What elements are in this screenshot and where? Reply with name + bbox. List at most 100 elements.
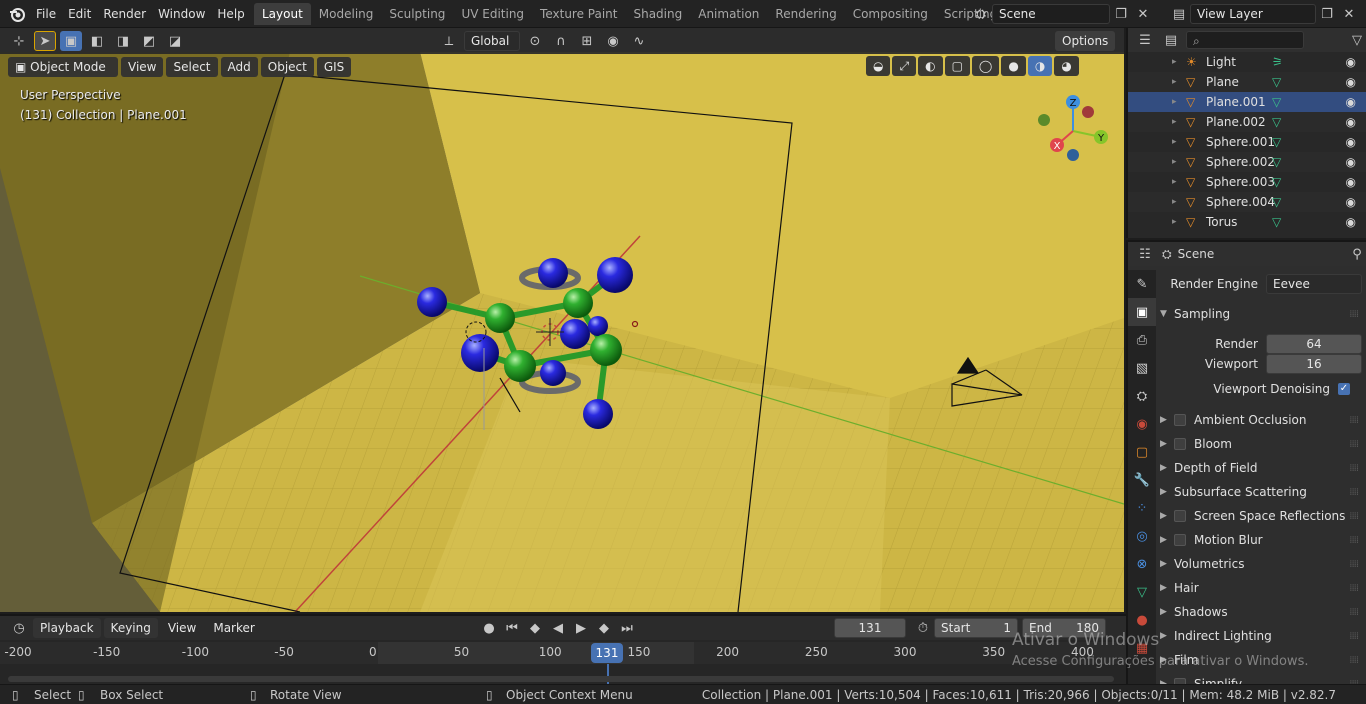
constraints-tab-icon[interactable]: ⊗ bbox=[1128, 550, 1156, 578]
prev-keyframe-icon[interactable]: ◆ bbox=[524, 618, 546, 638]
viewport-denoising-row[interactable]: Viewport Denoising ✓ bbox=[1160, 377, 1364, 401]
pin-icon[interactable]: ⚲ bbox=[1346, 244, 1366, 264]
blender-logo-icon[interactable] bbox=[8, 0, 26, 28]
solid-shading-icon[interactable]: ● bbox=[1001, 56, 1026, 76]
view-layer-icon[interactable]: ▤ bbox=[1168, 4, 1190, 24]
panel-enable-checkbox[interactable] bbox=[1174, 534, 1186, 546]
mode-dropdown[interactable]: ▣ Object Mode bbox=[8, 57, 118, 77]
drag-handle-icon[interactable]: ⁞⁞⁞⁞ bbox=[1349, 511, 1359, 522]
menu-window[interactable]: Window bbox=[152, 3, 211, 25]
select-tool-icon[interactable]: ➤ bbox=[34, 31, 56, 51]
snap-target-icon[interactable]: ⊞ bbox=[576, 31, 598, 51]
outliner-item[interactable]: ▸ ▽ Torus ▽ ◉ bbox=[1128, 212, 1366, 232]
render-panel-header[interactable]: ▶ Indirect Lighting ⁞⁞⁞⁞ bbox=[1160, 624, 1364, 648]
drag-handle-icon[interactable]: ⁞⁞⁞⁞ bbox=[1349, 415, 1359, 426]
mesh-data-icon[interactable]: ▽ bbox=[1272, 195, 1332, 209]
start-frame-field[interactable]: Start 1 bbox=[934, 618, 1018, 638]
drag-handle-icon[interactable]: ⁞⁞⁞⁞ bbox=[1349, 309, 1359, 320]
snap-icon[interactable]: ∩ bbox=[550, 31, 572, 51]
render-panel-header[interactable]: ▶ Screen Space Reflections ⁞⁞⁞⁞ bbox=[1160, 504, 1364, 528]
menu-help[interactable]: Help bbox=[211, 3, 250, 25]
tab-rendering[interactable]: Rendering bbox=[767, 3, 844, 25]
viewport-denoising-checkbox[interactable]: ✓ bbox=[1338, 383, 1350, 395]
drag-handle-icon[interactable]: ⁞⁞⁞⁞ bbox=[1349, 559, 1359, 570]
select-subtract-icon[interactable]: ◨ bbox=[112, 31, 134, 51]
view-layer-tab-icon[interactable]: ▧ bbox=[1128, 354, 1156, 382]
expand-arrow-icon[interactable]: ▸ bbox=[1172, 177, 1186, 187]
world-tab-icon[interactable]: ◉ bbox=[1128, 410, 1156, 438]
render-tab-icon[interactable]: ▣ bbox=[1128, 298, 1156, 326]
menu-edit[interactable]: Edit bbox=[62, 3, 97, 25]
outliner-item[interactable]: ▸ ▽ Sphere.001 ▽ ◉ bbox=[1128, 132, 1366, 152]
outliner-item[interactable]: ▸ ▽ Sphere.004 ▽ ◉ bbox=[1128, 192, 1366, 212]
expand-arrow-icon[interactable]: ▸ bbox=[1172, 197, 1186, 207]
select-new-icon[interactable]: ▣ bbox=[60, 31, 82, 51]
mesh-data-icon[interactable]: ▽ bbox=[1272, 175, 1332, 189]
outliner-editor-icon[interactable]: ☰ bbox=[1134, 30, 1156, 50]
falloff-icon[interactable]: ∿ bbox=[628, 31, 650, 51]
menu-view[interactable]: View bbox=[121, 57, 164, 77]
timeline-scrollbar[interactable] bbox=[8, 676, 1114, 682]
render-panel-header[interactable]: ▶ Motion Blur ⁞⁞⁞⁞ bbox=[1160, 528, 1364, 552]
scene-icon[interactable]: ⛭ bbox=[970, 4, 992, 24]
mesh-data-icon[interactable]: ▽ bbox=[1272, 215, 1332, 229]
drag-handle-icon[interactable]: ⁞⁞⁞⁞ bbox=[1349, 535, 1359, 546]
jump-end-icon[interactable]: ⏭ bbox=[616, 618, 638, 638]
drag-handle-icon[interactable]: ⁞⁞⁞⁞ bbox=[1349, 487, 1359, 498]
tool-tab-icon[interactable]: ✎ bbox=[1128, 270, 1156, 298]
panel-enable-checkbox[interactable] bbox=[1174, 438, 1186, 450]
expand-arrow-icon[interactable]: ▸ bbox=[1172, 77, 1186, 87]
visibility-eye-icon[interactable]: ◉ bbox=[1346, 155, 1356, 169]
outliner-item[interactable]: ▸ ▽ Plane.001 ▽ ◉ bbox=[1128, 92, 1366, 112]
menu-select[interactable]: Select bbox=[166, 57, 218, 77]
render-panel-header[interactable]: ▶ Ambient Occlusion ⁞⁞⁞⁞ bbox=[1160, 408, 1364, 432]
delete-view-layer-icon[interactable]: ✕ bbox=[1338, 4, 1360, 24]
next-keyframe-icon[interactable]: ◆ bbox=[593, 618, 615, 638]
select-intersect-icon[interactable]: ◪ bbox=[164, 31, 186, 51]
visibility-eye-icon[interactable]: ◉ bbox=[1346, 215, 1356, 229]
menu-timeline-view[interactable]: View bbox=[161, 618, 203, 638]
expand-arrow-icon[interactable]: ▸ bbox=[1172, 157, 1186, 167]
mesh-data-icon[interactable]: ▽ bbox=[1272, 135, 1332, 149]
expand-arrow-icon[interactable]: ▸ bbox=[1172, 97, 1186, 107]
render-panel-header[interactable]: ▶ Shadows ⁞⁞⁞⁞ bbox=[1160, 600, 1364, 624]
gizmo-icon[interactable]: ⤢ bbox=[892, 56, 917, 76]
render-panel-header[interactable]: ▶ Subsurface Scattering ⁞⁞⁞⁞ bbox=[1160, 480, 1364, 504]
stopwatch-icon[interactable]: ⏱ bbox=[912, 618, 934, 638]
particles-tab-icon[interactable]: ⁘ bbox=[1128, 494, 1156, 522]
outliner-item[interactable]: ▸ ▽ Sphere.002 ▽ ◉ bbox=[1128, 152, 1366, 172]
menu-render[interactable]: Render bbox=[97, 3, 152, 25]
viewport-samples-field[interactable]: 16 bbox=[1266, 354, 1362, 374]
scene-name-field[interactable]: Scene bbox=[992, 4, 1110, 24]
drag-handle-icon[interactable]: ⁞⁞⁞⁞ bbox=[1349, 655, 1359, 666]
play-icon[interactable]: ▶ bbox=[570, 618, 592, 638]
expand-arrow-icon[interactable]: ▸ bbox=[1172, 57, 1186, 67]
select-extend-icon[interactable]: ◧ bbox=[86, 31, 108, 51]
outliner-item[interactable]: ▸ ▽ Plane.002 ▽ ◉ bbox=[1128, 112, 1366, 132]
visibility-eye-icon[interactable]: ◉ bbox=[1346, 55, 1356, 69]
panel-enable-checkbox[interactable] bbox=[1174, 510, 1186, 522]
drag-handle-icon[interactable]: ⁞⁞⁞⁞ bbox=[1349, 607, 1359, 618]
menu-gis[interactable]: GIS bbox=[316, 57, 352, 77]
view-layer-field[interactable]: View Layer bbox=[1190, 4, 1316, 24]
sampling-panel-header[interactable]: ▼ Sampling ⁞⁞⁞⁞ bbox=[1160, 302, 1364, 326]
3d-viewport[interactable]: Z Y X ⊹ ➤ ▣ ◧ ◨ ◩ ◪ ⟂ Global ⊙ ∩ ⊞ ◉ ∿ O… bbox=[0, 28, 1124, 612]
render-engine-dropdown[interactable]: Eevee bbox=[1266, 274, 1362, 294]
outliner-item[interactable]: ▸ ☀ Light ⚞ ◉ bbox=[1128, 52, 1366, 72]
visibility-eye-icon[interactable]: ◉ bbox=[1346, 75, 1356, 89]
tab-shading[interactable]: Shading bbox=[625, 3, 690, 25]
menu-object[interactable]: Object bbox=[260, 57, 314, 77]
rendered-shading-icon[interactable]: ◕ bbox=[1054, 56, 1079, 76]
tab-modeling[interactable]: Modeling bbox=[311, 3, 382, 25]
transform-orientation-dropdown[interactable]: Global bbox=[464, 31, 520, 51]
jump-start-icon[interactable]: ⏮ bbox=[501, 618, 523, 638]
select-invert-icon[interactable]: ◩ bbox=[138, 31, 160, 51]
material-shading-icon[interactable]: ◑ bbox=[1027, 56, 1053, 76]
drag-handle-icon[interactable]: ⁞⁞⁞⁞ bbox=[1349, 439, 1359, 450]
visibility-icon[interactable]: ◒ bbox=[866, 56, 891, 76]
render-panel-header[interactable]: ▶ Bloom ⁞⁞⁞⁞ bbox=[1160, 432, 1364, 456]
mesh-data-icon[interactable]: ▽ bbox=[1272, 115, 1332, 129]
visibility-eye-icon[interactable]: ◉ bbox=[1346, 135, 1356, 149]
xray-icon[interactable]: ▢ bbox=[944, 56, 970, 76]
expand-arrow-icon[interactable]: ▸ bbox=[1172, 217, 1186, 227]
